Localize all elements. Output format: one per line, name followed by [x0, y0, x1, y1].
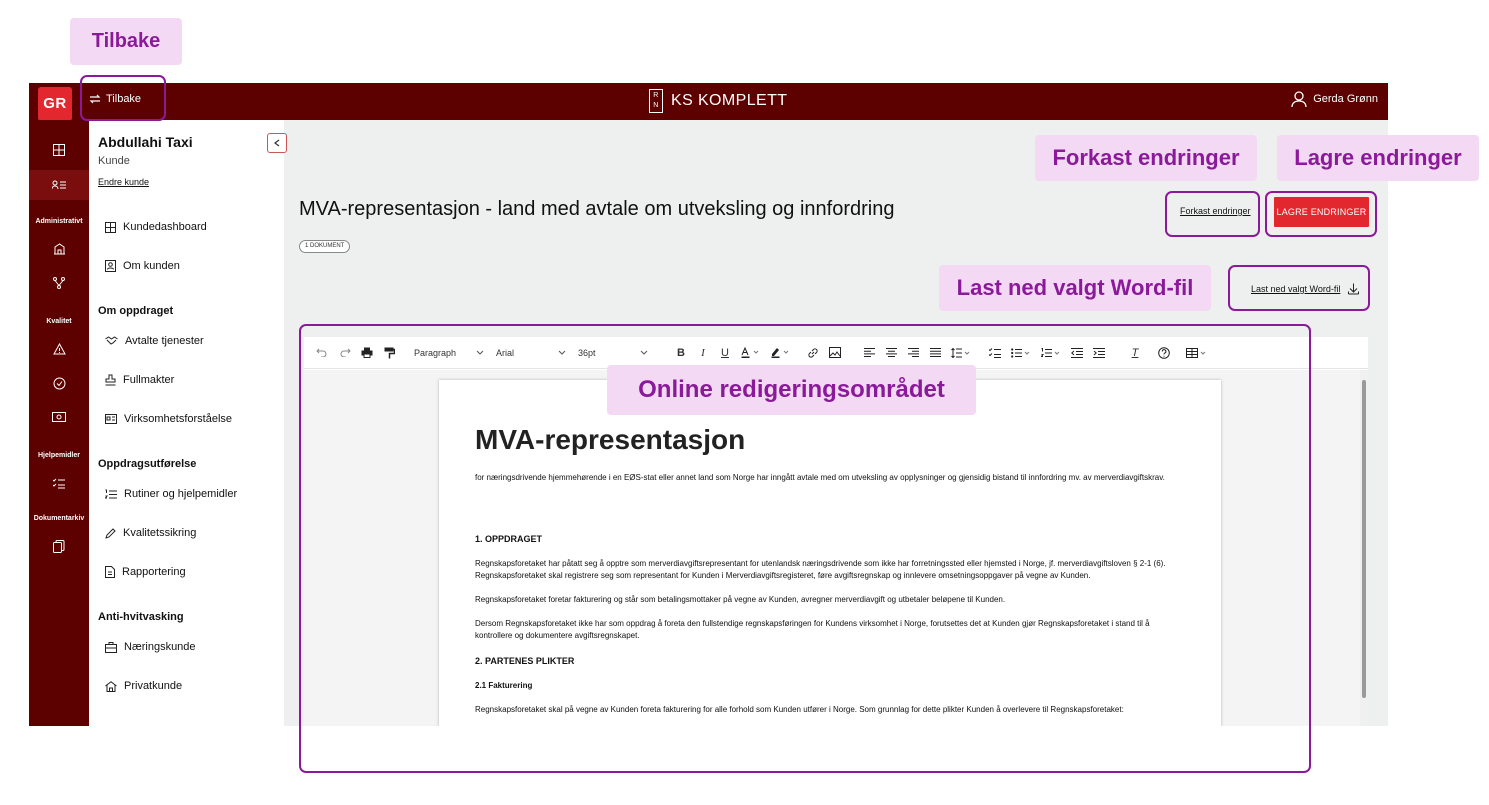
highlight-download [1228, 265, 1370, 311]
rail-section-dokumentarkiv: Dokumentarkiv [33, 515, 85, 522]
sidebar-item-rutiner[interactable]: Rutiner og hjelpemidler [105, 488, 237, 500]
sidebar-item-label: Rapportering [122, 566, 186, 578]
change-customer-link[interactable]: Endre kunde [98, 177, 149, 187]
sidebar-item-om-kunden[interactable]: Om kunden [105, 260, 180, 272]
sidebar-item-label: Avtalte tjenester [125, 335, 204, 347]
document-icon [105, 566, 115, 578]
brand: R N KS KOMPLETT [649, 89, 787, 113]
rail-checklist-icon[interactable] [29, 468, 89, 498]
rail-money-icon[interactable] [29, 402, 89, 432]
callout-discard: Forkast endringer [1035, 135, 1257, 181]
sidebar-item-virksomhetsforstaelse[interactable]: Virksomhetsforståelse [105, 413, 232, 425]
customer-type: Kunde [98, 155, 130, 167]
editor-scrollbar-thumb[interactable] [1362, 380, 1366, 698]
sidebar-item-label: Kundedashboard [123, 221, 207, 233]
sidebar-heading-anti-hvitvasking: Anti-hvitvasking [98, 611, 184, 623]
rail-section-kvalitet: Kvalitet [46, 318, 72, 325]
callout-editor: Online redigeringsområdet [607, 365, 976, 415]
sidebar-item-label: Rutiner og hjelpemidler [124, 488, 238, 500]
sidebar-item-label: Om kunden [123, 260, 180, 272]
sidebar-item-label: Virksomhetsforståelse [124, 413, 233, 425]
callout-save: Lagre endringer [1277, 135, 1479, 181]
dashboard-icon [105, 221, 116, 233]
rail-building-icon[interactable] [29, 234, 89, 264]
user-menu[interactable]: Gerda Grønn [1291, 91, 1378, 107]
sidebar-item-rapportering[interactable]: Rapportering [105, 566, 186, 578]
rail-check-icon[interactable] [29, 368, 89, 398]
id-card-icon [105, 414, 117, 424]
document-count-badge: 1 DOKUMENT [299, 240, 351, 253]
rail-customers-icon[interactable] [29, 170, 89, 200]
user-name: Gerda Grønn [1313, 93, 1378, 105]
contact-icon [105, 260, 116, 272]
sidebar-item-kundedashboard[interactable]: Kundedashboard [105, 221, 207, 233]
icon-rail: Administrativt Kvalitet Hjelpemidler Dok… [29, 120, 89, 726]
brand-mark-icon: R N [649, 89, 663, 113]
sidebar-item-label: Kvalitetssikring [123, 527, 197, 539]
sidebar-item-label: Næringskunde [124, 641, 196, 653]
sidebar-item-fullmakter[interactable]: Fullmakter [105, 374, 174, 386]
stamp-icon [105, 374, 116, 386]
briefcase-icon [105, 641, 117, 653]
customer-sidebar: Abdullahi Taxi Kunde Endre kunde Kundeda… [89, 120, 284, 726]
page-title: MVA-representasjon - land med avtale om … [299, 198, 895, 220]
rail-documents-icon[interactable] [29, 531, 89, 561]
highlight-discard [1165, 191, 1260, 237]
house-icon [105, 680, 117, 692]
sidebar-item-label: Privatkunde [124, 680, 183, 692]
handshake-icon [105, 336, 118, 346]
rail-dashboard-icon[interactable] [29, 135, 89, 165]
rail-section-hjelpemidler: Hjelpemidler [37, 452, 80, 459]
sidebar-item-kvalitetssikring[interactable]: Kvalitetssikring [105, 527, 196, 539]
rail-network-icon[interactable] [29, 268, 89, 298]
rail-section-administrativt: Administrativt [35, 218, 83, 225]
highlight-back [80, 75, 166, 121]
rail-warning-icon[interactable] [29, 334, 89, 364]
customer-name: Abdullahi Taxi [98, 134, 193, 150]
sidebar-item-label: Fullmakter [123, 374, 175, 386]
sidebar-heading-oppdragsutforelse: Oppdragsutførelse [98, 458, 197, 470]
sidebar-item-naeringskunde[interactable]: Næringskunde [105, 641, 196, 653]
top-bar: GR Tilbake R N KS KOMPLETT Gerda Grønn [29, 83, 1388, 121]
callout-back: Tilbake [70, 18, 182, 65]
user-initials-logo[interactable]: GR [38, 87, 72, 121]
list-ordered-icon [105, 489, 117, 500]
user-icon [1291, 91, 1307, 107]
pencil-icon [105, 527, 116, 539]
sidebar-heading-om-oppdraget: Om oppdraget [98, 305, 174, 317]
sidebar-item-avtalte-tjenester[interactable]: Avtalte tjenester [105, 335, 204, 347]
sidebar-item-privatkunde[interactable]: Privatkunde [105, 680, 182, 692]
highlight-save [1265, 191, 1377, 237]
callout-download: Last ned valgt Word-fil [939, 265, 1211, 311]
brand-name: KS KOMPLETT [671, 92, 788, 109]
